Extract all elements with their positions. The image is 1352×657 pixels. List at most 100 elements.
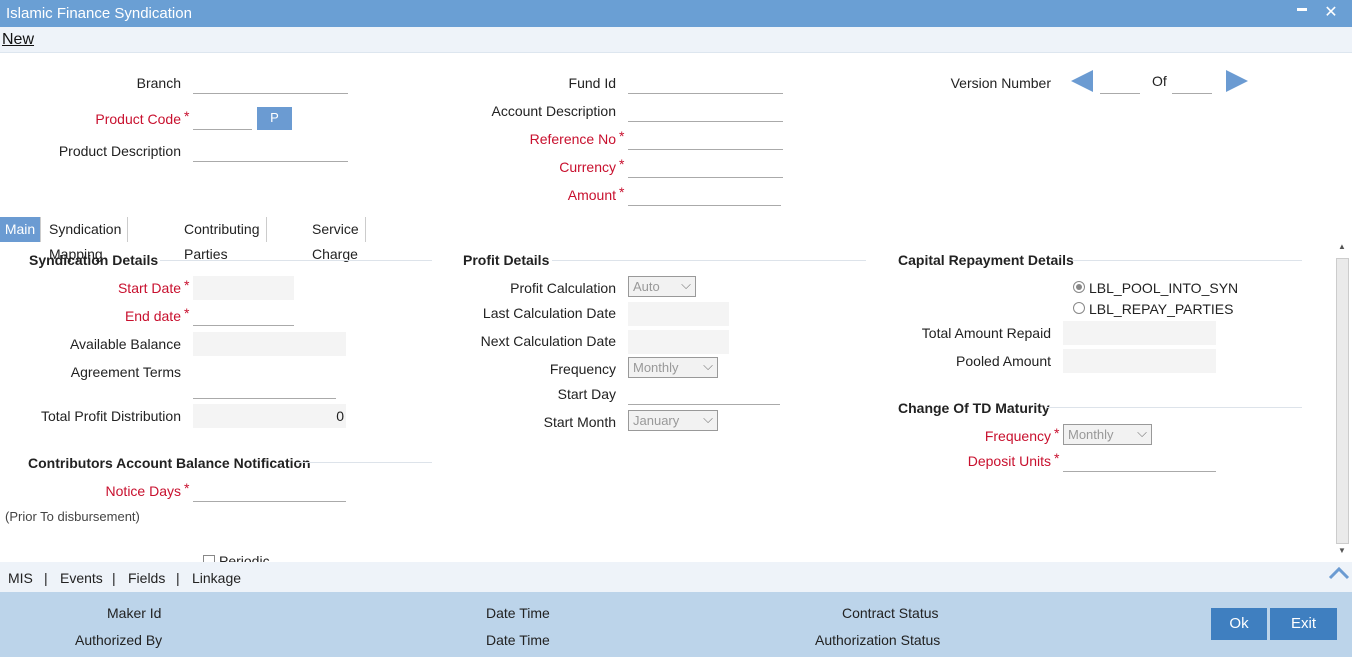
product-description-input[interactable]	[193, 138, 348, 162]
ok-button[interactable]: Ok	[1211, 608, 1267, 640]
total-profit-distribution-value: 0	[193, 404, 346, 428]
required-star: *	[184, 108, 190, 124]
profit-calculation-select[interactable]: Auto ⌵	[628, 276, 696, 297]
tab-main[interactable]: Main	[0, 217, 41, 242]
deposit-units-label: Deposit Units	[967, 453, 1051, 469]
auth-date-time-label: Date Time	[486, 632, 550, 648]
notice-days-input[interactable]	[193, 478, 346, 502]
branch-input[interactable]	[193, 70, 348, 94]
start-month-select[interactable]: January ⌵	[628, 410, 718, 431]
audit-footer: Maker Id Date Time Contract Status Autho…	[0, 592, 1352, 657]
tab-contributing-parties[interactable]: Contributing Parties	[178, 217, 267, 262]
next-version-icon[interactable]	[1224, 70, 1248, 92]
clipped-row: Periodic	[0, 548, 1335, 562]
scrollbar-thumb[interactable]	[1336, 258, 1349, 544]
start-month-value: January	[633, 413, 680, 428]
td-frequency-select[interactable]: Monthly ⌵	[1063, 424, 1152, 445]
section-divider	[160, 260, 432, 261]
pool-into-syn-radio[interactable]	[1073, 281, 1085, 293]
linkage-link[interactable]: Linkage	[192, 570, 241, 586]
required-star: *	[619, 128, 625, 144]
title-bar: Islamic Finance Syndication ▬ ✕	[0, 0, 1352, 27]
chevron-down-icon: ⌵	[1137, 425, 1147, 440]
total-amount-repaid-input[interactable]	[1063, 321, 1216, 345]
fund-id-label: Fund Id	[568, 75, 616, 91]
version-current-input[interactable]	[1100, 70, 1140, 94]
notice-days-label: Notice Days	[105, 483, 181, 499]
reference-no-input[interactable]	[628, 126, 783, 150]
product-lookup-button[interactable]: P	[257, 107, 292, 130]
periodic-checkbox[interactable]	[203, 555, 215, 562]
next-calculation-date-input[interactable]	[628, 330, 729, 354]
total-profit-distribution-label: Total Profit Distribution	[40, 408, 181, 424]
separator: |	[112, 570, 116, 586]
start-date-input[interactable]	[193, 276, 294, 300]
vertical-scrollbar[interactable]: ▲ ▼	[1335, 242, 1350, 560]
agreement-terms-label: Agreement Terms	[70, 364, 181, 380]
profit-frequency-select[interactable]: Monthly ⌵	[628, 357, 718, 378]
section-divider	[1072, 260, 1302, 261]
currency-input[interactable]	[628, 154, 783, 178]
amount-input[interactable]	[628, 182, 781, 206]
prior-to-disbursement-note: (Prior To disbursement)	[5, 509, 140, 524]
of-label: Of	[1152, 73, 1167, 89]
required-star: *	[619, 184, 625, 200]
menu-bar: New	[0, 27, 1352, 53]
tab-syndication-mapping[interactable]: Syndication Mapping	[43, 217, 129, 262]
td-frequency-value: Monthly	[1068, 427, 1114, 442]
start-month-label: Start Month	[543, 414, 616, 430]
separator: |	[44, 570, 48, 586]
collapse-up-icon[interactable]	[1328, 564, 1350, 582]
scroll-up-icon[interactable]: ▲	[1338, 242, 1346, 251]
contributors-notification-heading: Contributors Account Balance Notificatio…	[28, 455, 311, 471]
footer-links-bar: MIS | Events | Fields | Linkage	[0, 562, 1352, 592]
amount-label: Amount	[567, 187, 616, 203]
minimize-icon[interactable]: ▬	[1292, 3, 1312, 14]
total-amount-repaid-label: Total Amount Repaid	[921, 325, 1051, 341]
profit-calculation-label: Profit Calculation	[510, 280, 616, 296]
tab-service-charge[interactable]: Service Charge	[306, 217, 366, 262]
available-balance-input[interactable]	[193, 332, 346, 356]
maker-id-label: Maker Id	[107, 605, 162, 621]
previous-version-icon[interactable]	[1071, 70, 1095, 92]
mis-link[interactable]: MIS	[8, 570, 33, 586]
version-number-label: Version Number	[950, 75, 1051, 91]
authorized-by-label: Authorized By	[75, 632, 163, 648]
profit-details-heading: Profit Details	[463, 252, 550, 268]
repay-parties-label: LBL_REPAY_PARTIES	[1089, 301, 1234, 317]
profit-frequency-label: Frequency	[549, 361, 616, 377]
capital-repayment-heading: Capital Repayment Details	[898, 252, 1074, 268]
branch-label: Branch	[136, 75, 181, 91]
product-code-input[interactable]	[193, 106, 252, 130]
periodic-label: Periodic	[219, 553, 270, 562]
agreement-terms-input[interactable]	[193, 375, 336, 399]
next-calculation-date-label: Next Calculation Date	[480, 333, 616, 349]
fields-link[interactable]: Fields	[128, 570, 165, 586]
account-description-label: Account Description	[491, 103, 616, 119]
required-star: *	[1054, 425, 1060, 441]
pooled-amount-input[interactable]	[1063, 349, 1216, 373]
scroll-down-icon[interactable]: ▼	[1338, 546, 1346, 555]
exit-button[interactable]: Exit	[1270, 608, 1337, 640]
close-icon[interactable]: ✕	[1321, 2, 1341, 22]
account-description-input[interactable]	[628, 98, 783, 122]
repay-parties-radio[interactable]	[1073, 302, 1085, 314]
required-star: *	[184, 305, 190, 321]
contract-status-label: Contract Status	[842, 605, 939, 621]
profit-calculation-value: Auto	[633, 279, 660, 294]
new-link[interactable]: New	[2, 31, 34, 49]
chevron-down-icon: ⌵	[681, 277, 691, 292]
section-divider	[1046, 407, 1302, 408]
last-calculation-date-label: Last Calculation Date	[482, 305, 616, 321]
authorization-status-label: Authorization Status	[815, 632, 941, 648]
version-total-input[interactable]	[1172, 70, 1212, 94]
last-calculation-date-input[interactable]	[628, 302, 729, 326]
fund-id-input[interactable]	[628, 70, 783, 94]
events-link[interactable]: Events	[60, 570, 103, 586]
profit-frequency-value: Monthly	[633, 360, 679, 375]
end-date-input[interactable]	[193, 302, 294, 326]
deposit-units-input[interactable]	[1063, 448, 1216, 472]
available-balance-label: Available Balance	[69, 336, 181, 352]
section-divider	[552, 260, 866, 261]
start-day-input[interactable]	[628, 381, 780, 405]
